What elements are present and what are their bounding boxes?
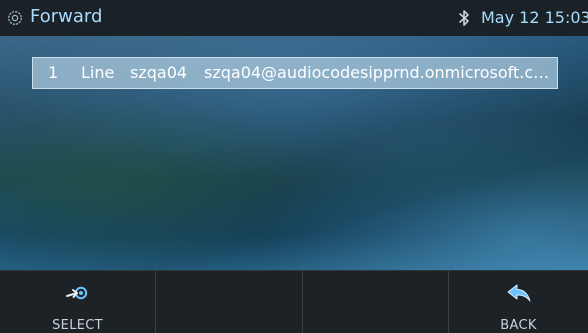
select-arrow-icon xyxy=(66,286,88,300)
settings-icon xyxy=(8,11,22,25)
softkey-3[interactable] xyxy=(303,271,449,333)
list-item-index: 1 xyxy=(48,63,59,82)
page-title: Forward xyxy=(30,6,103,27)
select-softkey[interactable]: SELECT xyxy=(0,271,156,333)
title-bar: Forward May 12 15:03 xyxy=(0,0,588,36)
list-item-address: szqa04@audiocodesipprnd.onmicrosoft.co..… xyxy=(204,63,554,82)
back-arrow-icon xyxy=(507,284,531,302)
softkey-2[interactable] xyxy=(156,271,303,333)
softkey-bar: SELECT BACK xyxy=(0,270,588,333)
back-softkey[interactable]: BACK xyxy=(449,271,588,333)
date-time: May 12 15:03 xyxy=(481,8,588,27)
back-softkey-label: BACK xyxy=(500,318,537,333)
content-area: 1 Line szqa04 szqa04@audiocodesipprnd.on… xyxy=(0,36,588,270)
list-item-name: szqa04 xyxy=(130,63,188,82)
phone-screen: Forward May 12 15:03 1 Line szqa04 szqa0… xyxy=(0,0,588,333)
list-item-type: Line xyxy=(81,63,115,82)
list-item[interactable]: 1 Line szqa04 szqa04@audiocodesipprnd.on… xyxy=(32,57,558,89)
bluetooth-icon xyxy=(459,10,469,26)
select-softkey-label: SELECT xyxy=(52,318,103,333)
